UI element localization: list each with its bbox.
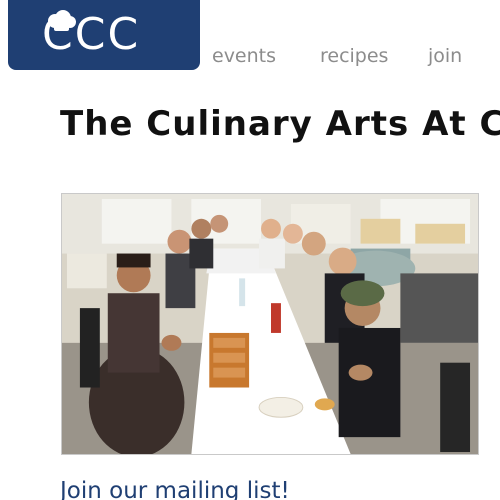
main-nav: events recipes join	[212, 44, 500, 68]
page-title: The Culinary Arts At C	[60, 104, 500, 144]
mailing-list-link[interactable]: Join our mailing list!	[60, 478, 290, 500]
group-dinner-photo	[61, 193, 479, 455]
nav-events-link[interactable]: events	[212, 44, 276, 68]
nav-recipes-link[interactable]: recipes	[320, 44, 388, 68]
chef-hat-icon	[48, 10, 76, 31]
nav-join-link[interactable]: join	[428, 44, 462, 68]
site-logo[interactable]: CCC	[8, 0, 200, 70]
